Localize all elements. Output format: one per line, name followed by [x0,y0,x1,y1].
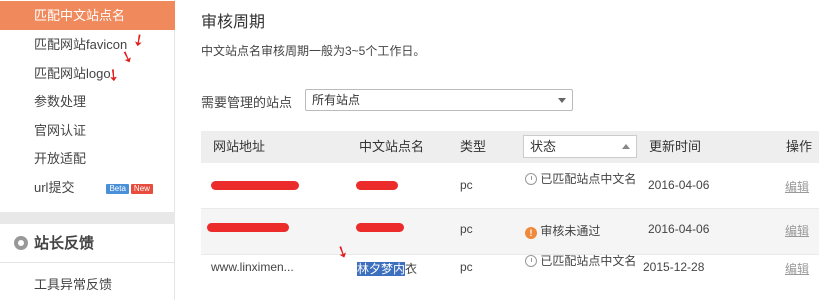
redaction-mark [207,223,289,232]
site-select[interactable]: 所有站点 [305,89,573,111]
status-filter[interactable]: 状态 [523,135,637,158]
main-content: 审核周期 中文站点名审核周期一般为3~5个工作日。 需要管理的站点 所有站点 网… [175,0,819,300]
row-updated: 2015-12-28 [643,260,705,274]
sidebar-item-official[interactable]: 官网认证 [0,116,175,145]
sidebar-item-label: url提交 [34,180,75,195]
sidebar-item-params[interactable]: 参数处理 [0,87,175,116]
sidebar-section-feedback[interactable]: 站长反馈 [0,225,175,263]
page-description: 中文站点名审核周期一般为3~5个工作日。 [201,44,426,58]
edit-link[interactable]: 编辑 [785,260,809,277]
select-value: 所有站点 [312,93,361,107]
edit-link[interactable]: 编辑 [785,178,809,195]
table-row: pc 已匹配站点中文名 2016-04-06 编辑 [201,163,819,209]
row-name: 林夕梦内衣 [357,260,417,277]
clock-icon [525,173,537,185]
sidebar-divider [0,212,175,224]
sidebar-item-adapt[interactable]: 开放适配 [0,144,175,173]
header-url: 网站地址 [213,139,266,154]
sidebar-item-tool-feedback[interactable]: 工具异常反馈 [0,270,175,299]
chevron-up-icon [622,144,630,149]
row-updated: 2016-04-06 [648,178,710,192]
header-name: 中文站点名 [359,139,425,154]
filter-label: 需要管理的站点 [201,95,293,110]
redaction-mark [356,181,398,190]
sidebar-item-chinese-name[interactable]: 匹配中文站点名 [0,1,175,30]
row-type: pc [460,260,473,274]
clock-icon [525,255,537,267]
new-badge: New [130,183,153,194]
sidebar-item-label: 工具异常反馈 [34,277,113,292]
warning-icon: ! [525,227,537,239]
status-text: 审核未通过 [540,224,601,238]
redaction-mark [211,181,299,190]
page: 匹配中文站点名 匹配网站favicon 匹配网站logo 参数处理 官网认证 开… [0,0,819,300]
sidebar-item-label: 匹配中文站点名 [34,8,126,23]
chevron-down-icon [558,98,566,103]
redaction-mark [356,223,404,232]
sidebar-item-label: 匹配网站favicon [34,37,128,52]
header-type: 类型 [460,139,487,154]
status-filter-label: 状态 [530,139,557,154]
row-status: 已匹配站点中文名 [525,171,637,187]
sidebar-item-label: 官网认证 [34,123,87,138]
sidebar: 匹配中文站点名 匹配网站favicon 匹配网站logo 参数处理 官网认证 开… [0,0,175,300]
name-text: 衣 [405,262,418,276]
page-title: 审核周期 [201,14,266,31]
sidebar-item-label: 匹配网站logo [34,66,111,81]
sidebar-item-logo[interactable]: 匹配网站logo [0,59,175,88]
edit-link[interactable]: 编辑 [785,222,809,239]
beta-badge: Beta [106,183,129,194]
status-text: 已匹配站点中文名 [540,254,637,268]
sidebar-item-favicon[interactable]: 匹配网站favicon [0,30,175,59]
gear-icon [14,236,28,250]
header-action: 操作 [786,139,813,154]
table-header: 网站地址 中文站点名 类型 状态 更新时间 操作 [201,131,819,163]
header-updated: 更新时间 [649,139,702,154]
table-row: www.linximen... 林夕梦内衣 pc 已匹配站点中文名 2015-1… [201,245,819,291]
sidebar-item-url-submit[interactable]: url提交 Beta New [0,173,175,202]
row-status: 已匹配站点中文名 [525,253,637,275]
section-label: 站长反馈 [34,235,95,252]
sidebar-item-label: 开放适配 [34,151,87,166]
status-text: 已匹配站点中文名 [540,172,637,186]
sidebar-item-label: 参数处理 [34,94,87,109]
selected-text: 林夕梦内 [357,262,406,276]
row-type: pc [460,178,473,192]
row-updated: 2016-04-06 [648,222,710,236]
row-url: www.linximen... [211,260,294,274]
row-status: ! 审核未通过 [525,222,600,239]
row-type: pc [460,222,473,236]
